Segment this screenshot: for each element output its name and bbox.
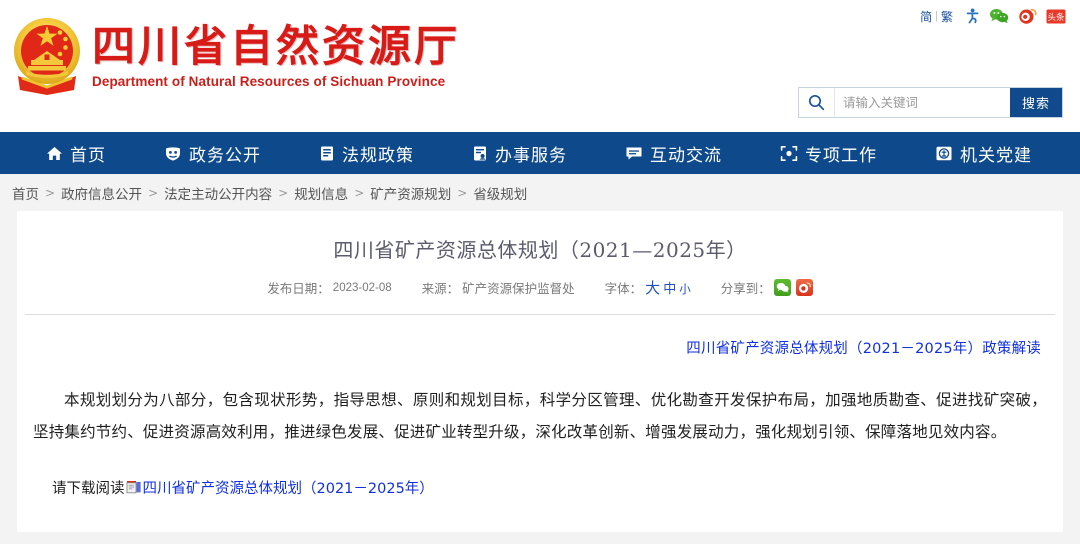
chat-bubble-icon <box>625 145 643 161</box>
attachment-file-icon[interactable] <box>126 479 142 495</box>
search-icon <box>799 88 835 117</box>
logo-text-group: 四川省自然资源厅 Department of Natural Resources… <box>92 21 460 89</box>
document-icon <box>319 145 335 162</box>
font-size-small-button[interactable]: 小 <box>679 281 691 297</box>
font-size-options: 大 中 小 <box>645 277 691 298</box>
font-size-medium-button[interactable]: 中 <box>663 278 676 297</box>
china-national-emblem-icon <box>8 14 86 96</box>
site-header: 简 | 繁 头条 四川省自然资源厅 Department of Natural … <box>0 0 1080 132</box>
nav-item-party-building[interactable]: 机关党建 <box>935 141 1032 166</box>
search-box[interactable]: 搜索 <box>798 87 1063 118</box>
weibo-icon[interactable] <box>1018 8 1037 24</box>
breadcrumb-item-2[interactable]: 法定主动公开内容 <box>164 183 272 203</box>
breadcrumb-item-1[interactable]: 政府信息公开 <box>61 183 142 203</box>
wechat-share-icon[interactable] <box>773 279 791 296</box>
site-logo[interactable]: 四川省自然资源厅 Department of Natural Resources… <box>8 14 460 96</box>
source-label: 来源： <box>421 281 460 296</box>
service-form-icon <box>472 145 488 162</box>
share-label: 分享到： <box>720 281 771 296</box>
nav-item-interaction[interactable]: 互动交流 <box>625 141 722 166</box>
target-icon <box>780 145 798 162</box>
nav-label: 专项工作 <box>805 145 877 166</box>
nav-label: 机关党建 <box>960 145 1032 166</box>
search-button[interactable]: 搜索 <box>1010 88 1062 117</box>
nav-label: 首页 <box>70 145 106 166</box>
breadcrumb-separator: > <box>354 185 365 200</box>
home-icon <box>46 145 63 162</box>
publish-date-label: 发布日期： <box>267 281 330 296</box>
accessibility-icon[interactable] <box>965 8 980 24</box>
share-icons <box>773 279 813 296</box>
article-paragraph: 本规划划分为八部分，包含现状形势，指导思想、原则和规划目标，科学分区管理、优化勘… <box>33 391 1047 441</box>
nav-item-services[interactable]: 办事服务 <box>472 141 567 166</box>
share-control: 分享到： <box>721 278 813 297</box>
lang-simplified-link[interactable]: 简 <box>917 8 935 25</box>
publish-date: 发布日期： 2023-02-08 <box>267 278 391 297</box>
font-size-label: 字体： <box>604 281 643 296</box>
weibo-share-icon[interactable] <box>795 279 813 296</box>
source-value: 矿产资源保护监督处 <box>462 281 575 296</box>
nav-item-home[interactable]: 首页 <box>46 141 106 166</box>
breadcrumb-separator: > <box>45 185 56 200</box>
font-size-control: 字体： 大 中 小 <box>605 277 691 298</box>
article-card: 四川省矿产资源总体规划（2021—2025年） 发布日期： 2023-02-08… <box>17 211 1063 532</box>
site-title-cn: 四川省自然资源厅 <box>92 22 460 73</box>
article-source: 来源： 矿产资源保护监督处 <box>422 278 575 297</box>
nav-label: 法规政策 <box>342 145 414 166</box>
article-meta: 发布日期： 2023-02-08 来源： 矿产资源保护监督处 字体： 大 中 小… <box>17 277 1063 298</box>
search-input[interactable] <box>835 88 1010 117</box>
policy-interpretation-link[interactable]: 四川省矿产资源总体规划（2021－2025年）政策解读 <box>686 341 1041 357</box>
utility-bar: 简 | 繁 头条 <box>917 6 1066 26</box>
nav-label: 办事服务 <box>495 145 567 166</box>
shield-icon <box>164 145 182 162</box>
toutiao-icon[interactable]: 头条 <box>1046 9 1066 24</box>
wechat-icon[interactable] <box>989 8 1009 24</box>
breadcrumb-item-3[interactable]: 规划信息 <box>294 183 348 203</box>
download-file-link[interactable]: 四川省矿产资源总体规划（2021－2025年） <box>143 477 434 498</box>
breadcrumb-item-5[interactable]: 省级规划 <box>473 183 527 203</box>
nav-label: 互动交流 <box>650 145 722 166</box>
breadcrumb-separator: > <box>148 185 159 200</box>
svg-text:头条: 头条 <box>1047 12 1065 23</box>
page-title: 四川省矿产资源总体规划（2021—2025年） <box>333 238 747 262</box>
site-title-en: Department of Natural Resources of Sichu… <box>92 73 446 89</box>
download-row: 请下载阅读 四川省矿产资源总体规划（2021－2025年） <box>52 477 1063 498</box>
language-switcher: 简 | 繁 <box>917 8 956 25</box>
nav-item-special-work[interactable]: 专项工作 <box>780 141 877 166</box>
nav-item-government-affairs[interactable]: 政务公开 <box>164 141 261 166</box>
breadcrumb-item-4[interactable]: 矿产资源规划 <box>370 183 451 203</box>
lang-traditional-link[interactable]: 繁 <box>938 8 956 25</box>
breadcrumb-item-0[interactable]: 首页 <box>12 183 39 203</box>
breadcrumb: 首页 > 政府信息公开 > 法定主动公开内容 > 规划信息 > 矿产资源规划 >… <box>0 174 1080 211</box>
publish-date-value: 2023-02-08 <box>332 281 392 294</box>
font-size-large-button[interactable]: 大 <box>645 277 660 298</box>
main-navigation: 首页 政务公开 法规政策 办事服务 互动交流 专项工作 机关党建 <box>0 132 1080 174</box>
nav-item-laws-policies[interactable]: 法规政策 <box>319 141 414 166</box>
download-prefix-text: 请下载阅读 <box>52 480 125 497</box>
nav-label: 政务公开 <box>189 145 261 166</box>
breadcrumb-separator: > <box>457 185 468 200</box>
party-badge-icon <box>935 145 953 162</box>
breadcrumb-separator: > <box>278 185 289 200</box>
interpretation-row: 四川省矿产资源总体规划（2021－2025年）政策解读 <box>17 315 1063 358</box>
